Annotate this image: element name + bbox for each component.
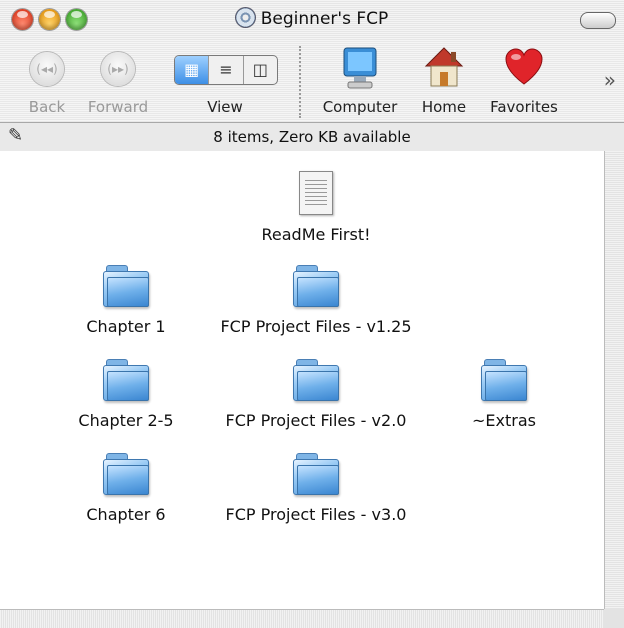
folder-icon xyxy=(103,359,149,401)
back-label: Back xyxy=(28,98,66,116)
folder-item[interactable]: FCP Project Files - v1.25 xyxy=(206,265,426,336)
forward-arrow-icon: (▸▸) xyxy=(101,52,135,86)
folder-item[interactable]: FCP Project Files - v3.0 xyxy=(206,453,426,524)
view-segmented-control[interactable]: ▦ ≡ ◫ xyxy=(174,55,278,85)
horizontal-scrollbar[interactable] xyxy=(0,609,604,628)
folder-icon xyxy=(293,265,339,307)
status-bar: ✎ 8 items, Zero KB available xyxy=(0,122,624,152)
heart-icon xyxy=(505,48,543,85)
folder-icon xyxy=(103,265,149,307)
folder-icon xyxy=(481,359,527,401)
resize-grip-icon[interactable] xyxy=(604,609,624,628)
disk-icon xyxy=(235,8,255,27)
folder-item[interactable]: Chapter 6 xyxy=(16,453,236,524)
folder-icon xyxy=(103,453,149,495)
folder-item-label: ~Extras xyxy=(472,411,536,430)
folder-item-label: Chapter 2-5 xyxy=(78,411,174,430)
folder-item-label: FCP Project Files - v2.0 xyxy=(225,411,407,430)
status-text: 8 items, Zero KB available xyxy=(213,128,411,146)
column-view-icon[interactable]: ◫ xyxy=(242,56,277,84)
toolbar-toggle-button[interactable] xyxy=(580,12,616,29)
folder-item-label: FCP Project Files - v1.25 xyxy=(220,317,412,336)
favorites-label: Favorites xyxy=(490,98,558,116)
toolbar-overflow-icon[interactable]: » xyxy=(604,68,616,92)
home-label: Home xyxy=(421,98,467,116)
folder-item[interactable]: FCP Project Files - v2.0 xyxy=(206,359,426,430)
computer-label: Computer xyxy=(322,98,398,116)
folder-icon xyxy=(293,453,339,495)
folder-item-label: Chapter 6 xyxy=(86,505,166,524)
window-title-text: Beginner's FCP xyxy=(260,9,389,29)
toolbar: (◂◂) Back (▸▸) Forward ▦ ≡ ◫ View Comput… xyxy=(0,40,624,122)
title-bar[interactable]: Beginner's FCP xyxy=(0,0,624,40)
folder-item[interactable]: Chapter 1 xyxy=(16,265,236,336)
window-title: Beginner's FCP xyxy=(0,8,624,29)
folder-item[interactable]: ~Extras xyxy=(394,359,614,430)
folder-icon xyxy=(293,359,339,401)
list-view-icon[interactable]: ≡ xyxy=(208,56,242,84)
icon-view-area[interactable]: ReadMe First! Chapter 1 FCP Project File… xyxy=(0,151,604,609)
computer-icon xyxy=(343,47,377,89)
vertical-scrollbar[interactable] xyxy=(604,151,624,609)
icon-view-icon[interactable]: ▦ xyxy=(175,56,209,84)
document-icon xyxy=(299,171,333,215)
toolbar-separator xyxy=(299,46,301,118)
folder-item-label: Chapter 1 xyxy=(86,317,166,336)
folder-item[interactable]: Chapter 2-5 xyxy=(16,359,236,430)
home-icon xyxy=(424,47,464,87)
back-arrow-icon: (◂◂) xyxy=(30,52,64,86)
folder-item-label: FCP Project Files - v3.0 xyxy=(225,505,407,524)
finder-window: Beginner's FCP (◂◂) Back (▸▸) Forward ▦ … xyxy=(0,0,624,628)
file-item-label: ReadMe First! xyxy=(261,225,371,244)
file-item[interactable]: ReadMe First! xyxy=(206,171,426,244)
forward-label: Forward xyxy=(87,98,149,116)
view-label: View xyxy=(207,98,243,116)
